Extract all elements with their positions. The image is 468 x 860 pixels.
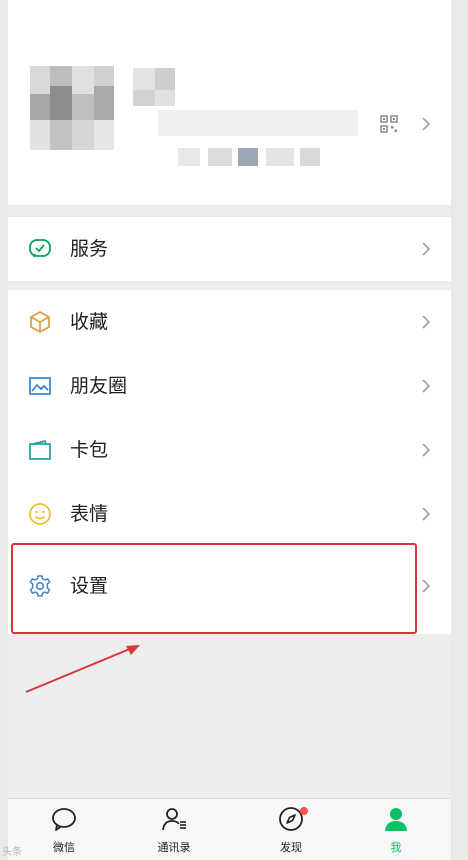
bottom-tab-bar: 微信 通讯录 发现 我 — [8, 798, 451, 860]
settings-highlight-box — [11, 543, 417, 634]
tab-me[interactable]: 我 — [356, 799, 436, 860]
tab-chats[interactable]: 微信 — [24, 799, 104, 860]
tab-discover[interactable]: 发现 — [251, 799, 331, 860]
menu-item-label: 表情 — [70, 503, 109, 525]
smiley-face-icon — [29, 503, 51, 525]
qr-code-icon[interactable] — [380, 115, 398, 133]
menu-item-services[interactable]: 服务 — [8, 217, 451, 281]
chevron-right-icon — [422, 379, 431, 393]
tab-contacts[interactable]: 通讯录 — [134, 799, 214, 860]
profile-header[interactable] — [8, 0, 451, 205]
favorites-cube-icon — [30, 311, 50, 333]
chat-bubble-icon — [52, 808, 76, 831]
avatar[interactable] — [30, 66, 114, 150]
tab-label: 通讯录 — [157, 841, 191, 854]
tab-label: 发现 — [280, 841, 302, 854]
card-wallet-icon — [29, 439, 51, 460]
chevron-right-icon — [422, 579, 431, 593]
chevron-right-icon — [422, 315, 431, 329]
menu-item-label: 收藏 — [70, 311, 109, 333]
watermark: 头条 — [2, 847, 22, 858]
menu-item-favorites[interactable]: 收藏 — [8, 290, 451, 354]
me-person-icon — [385, 808, 407, 831]
menu-item-stickers[interactable]: 表情 — [8, 482, 451, 546]
tab-label: 微信 — [53, 841, 75, 854]
tab-label: 我 — [390, 841, 402, 854]
chevron-right-icon — [422, 242, 431, 256]
menu-item-label: 服务 — [70, 238, 109, 260]
menu-item-cards[interactable]: 卡包 — [8, 418, 451, 482]
moments-image-icon — [29, 377, 51, 395]
chevron-right-icon — [422, 117, 431, 131]
arrow-annotation-icon — [25, 645, 140, 693]
chevron-right-icon — [422, 507, 431, 521]
menu-item-moments[interactable]: 朋友圈 — [8, 354, 451, 418]
services-icon — [29, 239, 51, 258]
contacts-person-icon — [162, 808, 186, 831]
menu-item-label: 卡包 — [70, 439, 109, 461]
me-page: 服务 收藏 朋友圈 卡包 表情 设置 — [8, 0, 451, 859]
notification-dot — [300, 807, 308, 815]
chevron-right-icon — [422, 443, 431, 457]
menu-item-label: 朋友圈 — [70, 375, 128, 397]
services-section: 服务 — [8, 217, 451, 281]
